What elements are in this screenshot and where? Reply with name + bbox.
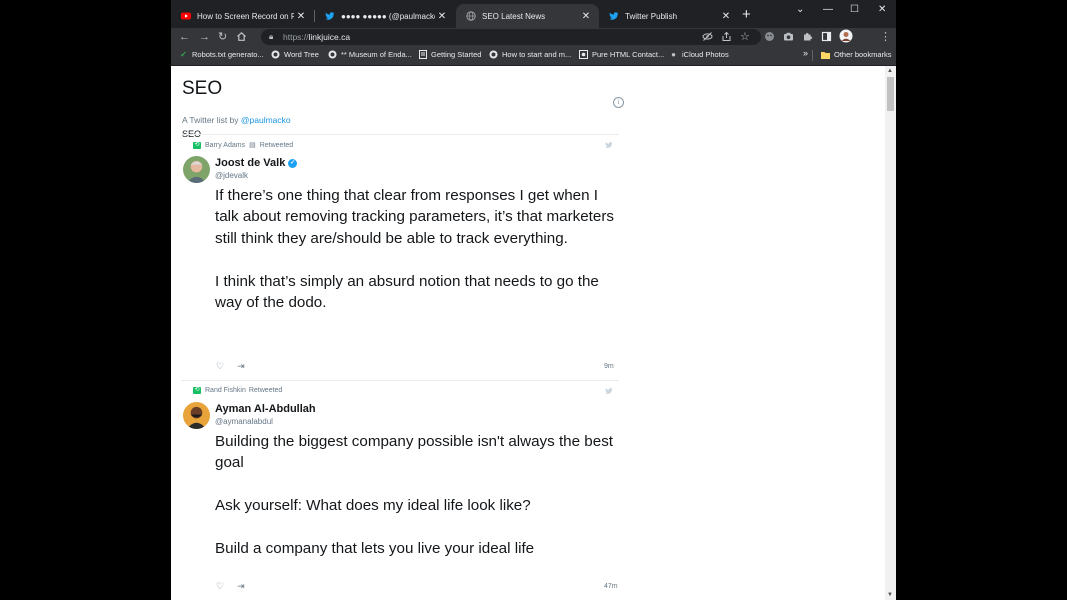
- like-icon[interactable]: ♡: [216, 361, 224, 372]
- bookmark-item[interactable]: Getting Started: [418, 50, 481, 59]
- retweet-icon: ⟲: [193, 387, 201, 394]
- bookmark-item[interactable]: ** Museum of Enda...: [328, 50, 412, 59]
- list-owner-link[interactable]: @paulmacko: [241, 115, 291, 125]
- twitter-icon: [325, 12, 335, 20]
- retweet-context: ⟲ Rand Fishkin Retweeted: [193, 387, 283, 394]
- close-tab-icon[interactable]: ✕: [579, 11, 593, 22]
- list-subtitle: A Twitter list by @paulmacko: [182, 115, 291, 125]
- globe-icon: [489, 50, 498, 59]
- share-icon[interactable]: ⇥: [237, 361, 245, 372]
- author-handle[interactable]: @jdevalk: [215, 171, 248, 180]
- profile-avatar-icon[interactable]: [839, 29, 853, 43]
- twitter-icon: [609, 12, 619, 20]
- new-tab-button[interactable]: +: [742, 6, 751, 23]
- close-tab-icon[interactable]: ✕: [719, 11, 733, 22]
- reload-icon[interactable]: ↻: [218, 30, 227, 44]
- camera-icon[interactable]: [783, 31, 794, 42]
- globe-icon: [328, 50, 337, 59]
- eye-off-icon[interactable]: [702, 31, 713, 42]
- folder-icon: [821, 50, 830, 59]
- share-icon[interactable]: ⇥: [237, 581, 245, 592]
- tweet-timestamp[interactable]: 47m: [604, 583, 618, 590]
- other-bookmarks[interactable]: Other bookmarks: [821, 50, 892, 59]
- tab-strip: How to Screen Record on PC - Y ✕ ●●●● ●●…: [171, 0, 896, 28]
- more-menu-icon[interactable]: ⋮: [880, 30, 891, 44]
- author-name[interactable]: Ayman Al-Abdullah: [215, 403, 316, 415]
- bookmark-item[interactable]: How to start and m...: [489, 50, 571, 59]
- avatar[interactable]: [183, 156, 210, 183]
- tab-seo-latest-news[interactable]: SEO Latest News ✕: [456, 4, 599, 28]
- tab-title: How to Screen Record on PC - Y: [197, 11, 294, 21]
- retweet-icon: ⟲: [193, 141, 201, 149]
- scroll-down-arrow-icon[interactable]: ▼: [887, 592, 893, 598]
- vertical-scrollbar[interactable]: ▲ ▼: [885, 66, 896, 600]
- globe-icon: [271, 50, 280, 59]
- back-arrow-icon[interactable]: ←: [179, 30, 190, 44]
- twitter-icon: [605, 142, 613, 148]
- extension-icon[interactable]: [764, 31, 775, 42]
- checkmark-icon: ✓: [180, 50, 187, 59]
- page-content: SEO A Twitter list by @paulmacko SEO i ⟲…: [171, 66, 896, 600]
- bookmarks-overflow-icon[interactable]: »: [803, 48, 808, 58]
- tab-title: ●●●● ●●●●● (@paulmacko: [341, 11, 435, 21]
- like-icon[interactable]: ♡: [216, 581, 224, 592]
- contact-form-icon: [579, 50, 588, 59]
- tweet[interactable]: ⟲ Rand Fishkin Retweeted Ayman Al-Abdull…: [181, 381, 619, 600]
- tweet-actions: ♡ ⇥: [216, 361, 258, 372]
- side-panel-icon[interactable]: [821, 31, 832, 42]
- puzzle-extensions-icon[interactable]: [802, 31, 813, 42]
- browser-toolbar: ← → ↻ 🔒︎ https:// linkjuice.ca ☆ ⋮: [171, 28, 896, 46]
- bookmark-item[interactable]: Word Tree: [271, 50, 319, 59]
- lock-icon: 🔒︎: [269, 32, 274, 41]
- url-host: linkjuice.ca: [308, 32, 351, 42]
- list-header: SEO A Twitter list by @paulmacko SEO i: [182, 78, 624, 139]
- author-handle[interactable]: @aymanalabdul: [215, 417, 273, 426]
- url-scheme: https://: [283, 32, 309, 42]
- bookmarks-divider: [812, 50, 813, 61]
- bookmark-star-icon[interactable]: ☆: [740, 30, 750, 44]
- verified-icon: ✓: [288, 158, 298, 168]
- tab-screen-record[interactable]: How to Screen Record on PC - Y ✕: [171, 4, 314, 28]
- tab-title: SEO Latest News: [482, 11, 546, 21]
- bookmark-item[interactable]: ✓ Robots.txt generato...: [179, 50, 264, 59]
- close-tab-icon[interactable]: ✕: [294, 11, 308, 22]
- close-tab-icon[interactable]: ✕: [435, 11, 449, 22]
- close-window-button[interactable]: ✕: [878, 4, 886, 15]
- retweet-context: ⟲ Barry Adams ▤ Retweeted: [193, 141, 294, 149]
- home-icon[interactable]: [236, 31, 247, 42]
- share-icon[interactable]: [721, 31, 732, 42]
- minimize-button[interactable]: —: [823, 4, 833, 15]
- forward-arrow-icon[interactable]: →: [199, 30, 210, 44]
- apple-icon: ●: [671, 50, 676, 59]
- address-bar[interactable]: 🔒︎ https:// linkjuice.ca: [261, 29, 761, 45]
- bookmark-item[interactable]: Pure HTML Contact...: [579, 50, 664, 59]
- browser-window: How to Screen Record on PC - Y ✕ ●●●● ●●…: [171, 0, 896, 600]
- tab-twitter-profile[interactable]: ●●●● ●●●●● (@paulmacko ✕: [315, 4, 455, 28]
- tab-twitter-publish[interactable]: Twitter Publish ✕: [599, 4, 739, 28]
- document-icon: [418, 50, 427, 59]
- author-name[interactable]: Joost de Valk ✓: [215, 157, 298, 169]
- tweet-timestamp[interactable]: 9m: [604, 363, 614, 370]
- tab-title: Twitter Publish: [625, 11, 678, 21]
- tweet[interactable]: ⟲ Barry Adams ▤ Retweeted Joost de Valk ✓…: [181, 135, 619, 380]
- globe-icon: [466, 11, 476, 21]
- youtube-icon: [181, 12, 191, 20]
- bookmarks-bar: ✓ Robots.txt generato... Word Tree ** Mus…: [171, 46, 896, 66]
- list-title: SEO: [182, 78, 223, 99]
- tab-search-icon[interactable]: ⌄: [796, 4, 804, 15]
- tweet-actions: ♡ ⇥: [216, 581, 258, 592]
- tweet-text: Building the biggest company possible is…: [215, 433, 614, 558]
- tweet-text: If there’s one thing that clear from res…: [215, 187, 614, 312]
- twitter-icon: [605, 388, 613, 394]
- bookmark-item[interactable]: ● iCloud Photos: [669, 50, 729, 59]
- info-icon[interactable]: i: [613, 97, 624, 108]
- verified-badge-icon: ▤: [249, 142, 256, 149]
- scroll-up-arrow-icon[interactable]: ▲: [887, 68, 893, 74]
- maximize-button[interactable]: ☐: [850, 4, 859, 15]
- avatar[interactable]: [183, 402, 210, 429]
- scrollbar-thumb[interactable]: [887, 77, 894, 111]
